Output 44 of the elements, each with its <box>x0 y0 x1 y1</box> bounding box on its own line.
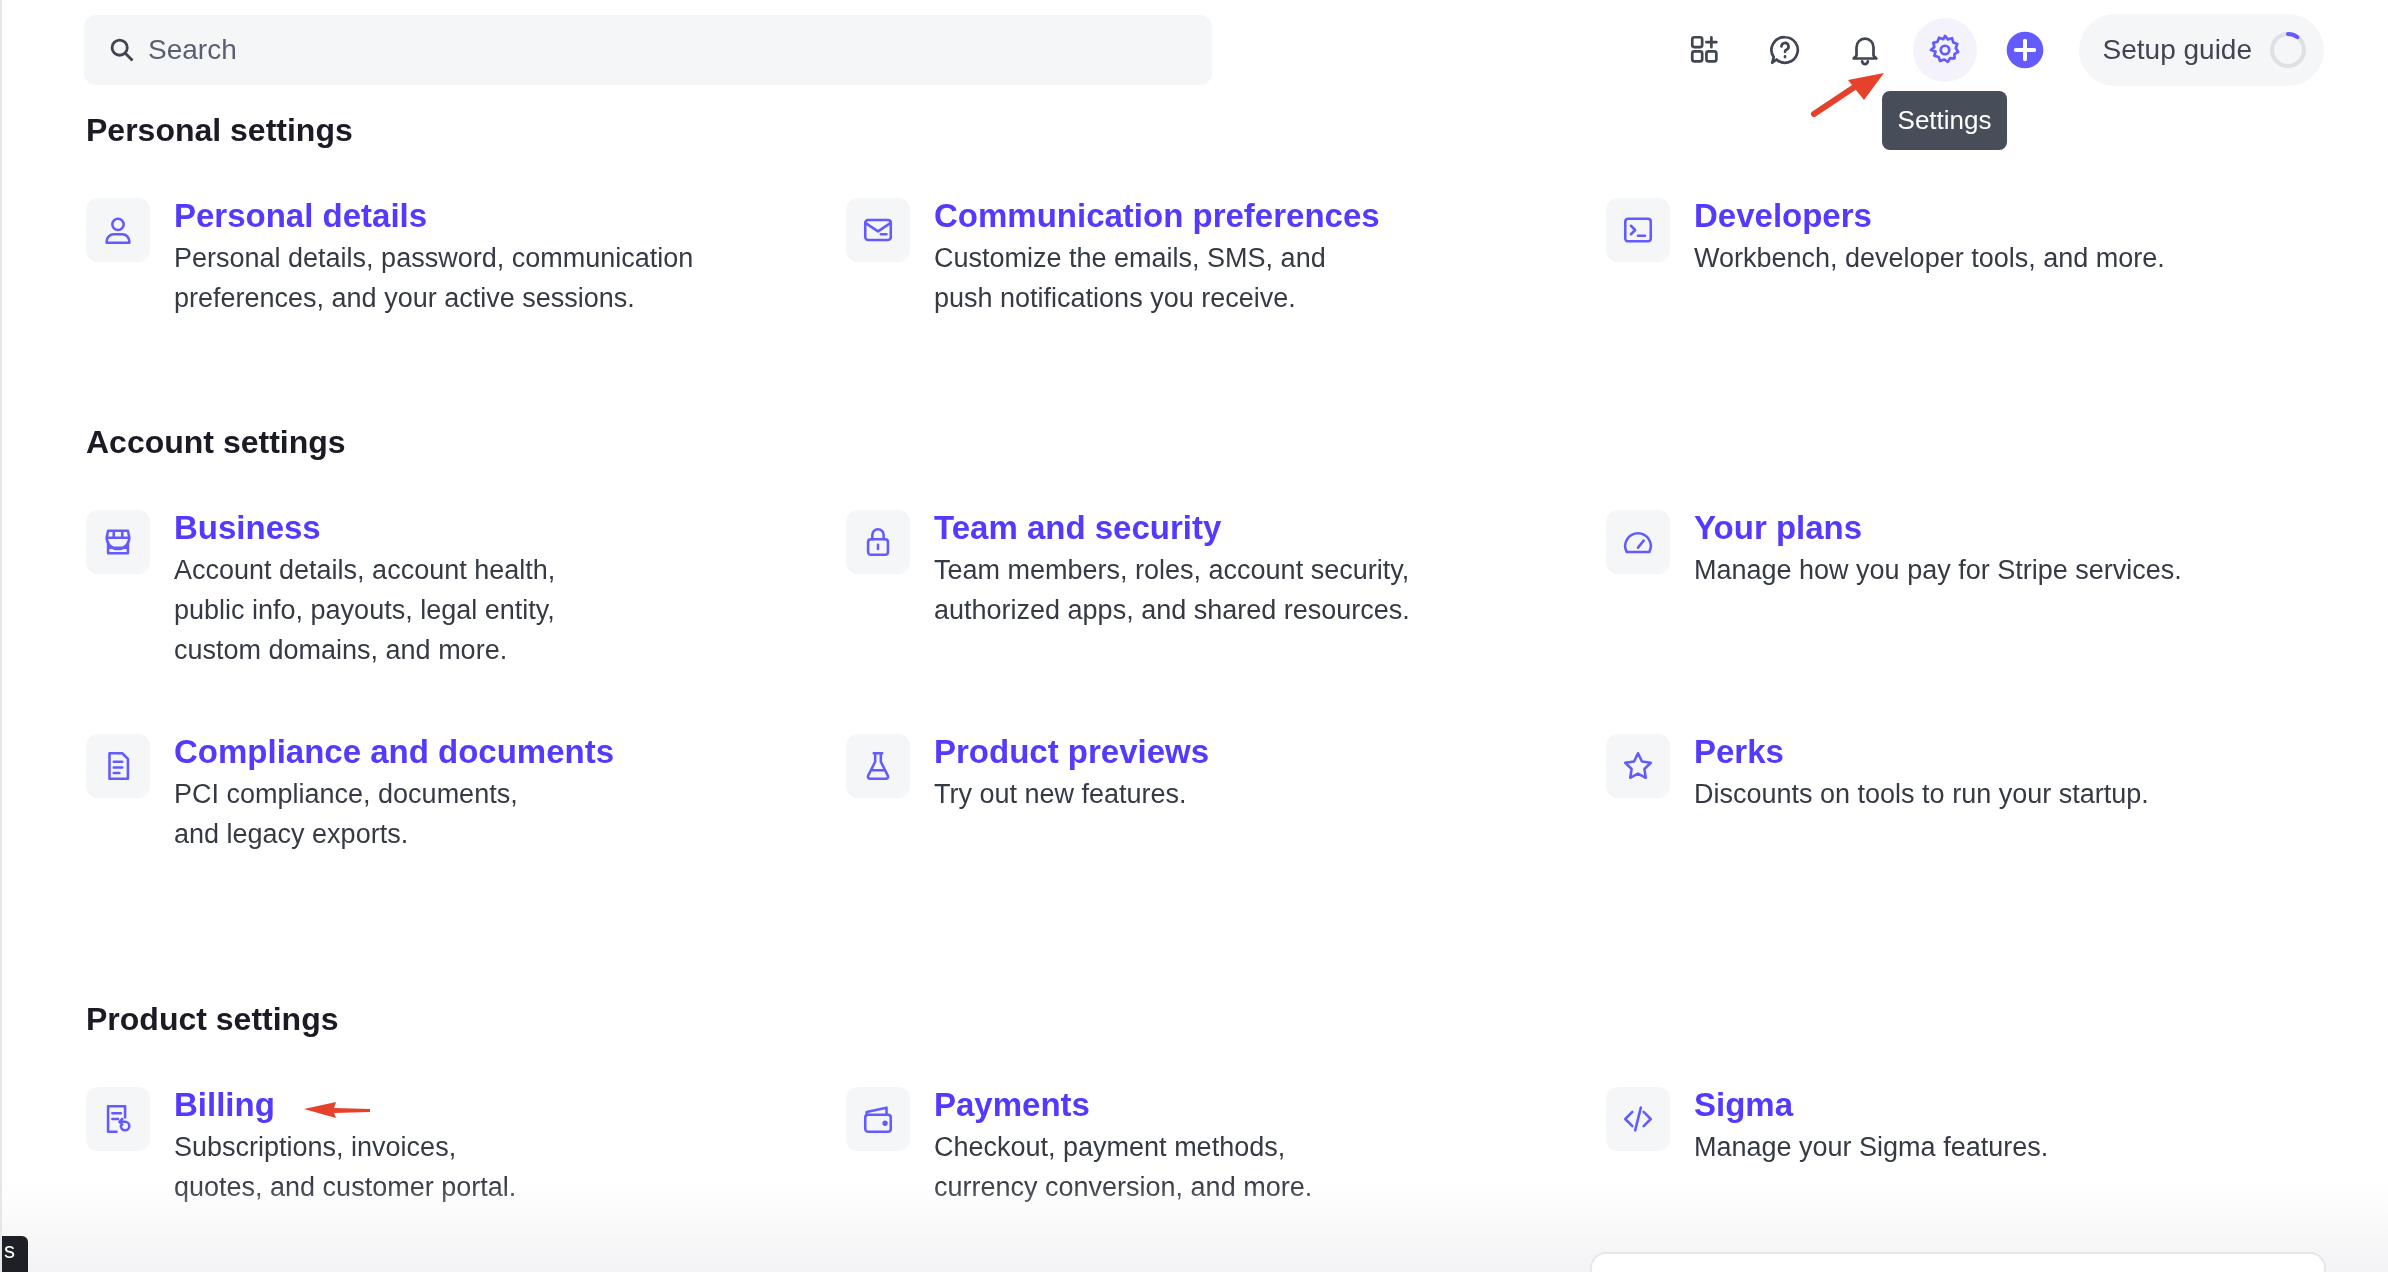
settings-description: Customize the emails, SMS, and push notifications you receive. <box>934 242 1327 315</box>
settings-description: Personal details, password, communication preferences, and your active sessions. <box>174 242 694 315</box>
search-field[interactable]: Search <box>84 15 1212 85</box>
settings-link[interactable]: Personal details <box>174 196 428 236</box>
setup-guide-button[interactable]: Setup guide <box>2078 14 2324 86</box>
search-icon <box>108 36 136 64</box>
settings-description: Try out new features. <box>934 778 1188 811</box>
section-heading: Personal settings <box>86 111 353 150</box>
corner-tab[interactable]: s <box>2 1236 28 1272</box>
section-heading: Account settings <box>86 423 346 462</box>
section-heading: Product settings <box>86 1000 339 1039</box>
settings-description: Discounts on tools to run your startup. <box>1694 778 2149 811</box>
gauge-icon <box>1606 510 1670 574</box>
receipt-icon <box>86 1087 150 1151</box>
person-icon <box>86 198 150 262</box>
settings-link[interactable]: Developers <box>1694 196 1872 236</box>
settings-description: PCI compliance, documents, and legacy exports. <box>174 778 519 851</box>
settings-description: Workbench, developer tools, and more. <box>1694 242 2165 275</box>
plus-icon[interactable] <box>2004 30 2045 70</box>
settings-link[interactable]: Your plans <box>1694 508 1863 548</box>
envelope-icon <box>846 198 910 262</box>
settings-link[interactable]: Communication preferences <box>934 196 1380 236</box>
settings-link[interactable]: Billing <box>174 1085 275 1125</box>
settings-link[interactable]: Team and security <box>934 508 1222 548</box>
settings-description: Subscriptions, invoices, quotes, and customer portal. <box>174 1131 517 1204</box>
settings-link[interactable]: Product previews <box>934 732 1210 772</box>
wallet-icon <box>846 1087 910 1151</box>
terminal-icon <box>1606 198 1670 262</box>
settings-description: Checkout, payment methods, currency conversion, and more. <box>934 1131 1313 1204</box>
flask-icon <box>846 734 910 798</box>
settings-link[interactable]: Compliance and documents <box>174 732 615 772</box>
settings-description: Manage your Sigma features. <box>1694 1131 2049 1164</box>
settings-link[interactable]: Perks <box>1694 732 1784 772</box>
document-icon <box>86 734 150 798</box>
settings-description: Manage how you pay for Stripe services. <box>1694 554 2182 587</box>
settings-link[interactable]: Business <box>174 508 321 548</box>
tooltip: Settings <box>1881 91 2008 150</box>
settings-link[interactable]: Payments <box>934 1085 1090 1125</box>
storefront-icon <box>86 510 150 574</box>
settings-description: Account details, account health, public info, payouts, legal entity, custom domains, and more. <box>174 554 556 667</box>
lock-icon <box>846 510 910 574</box>
settings-link[interactable]: Sigma <box>1694 1085 1794 1125</box>
code-icon <box>1606 1087 1670 1151</box>
settings-description: Team members, roles, account security, authorized apps, and shared resources. <box>934 554 1410 627</box>
